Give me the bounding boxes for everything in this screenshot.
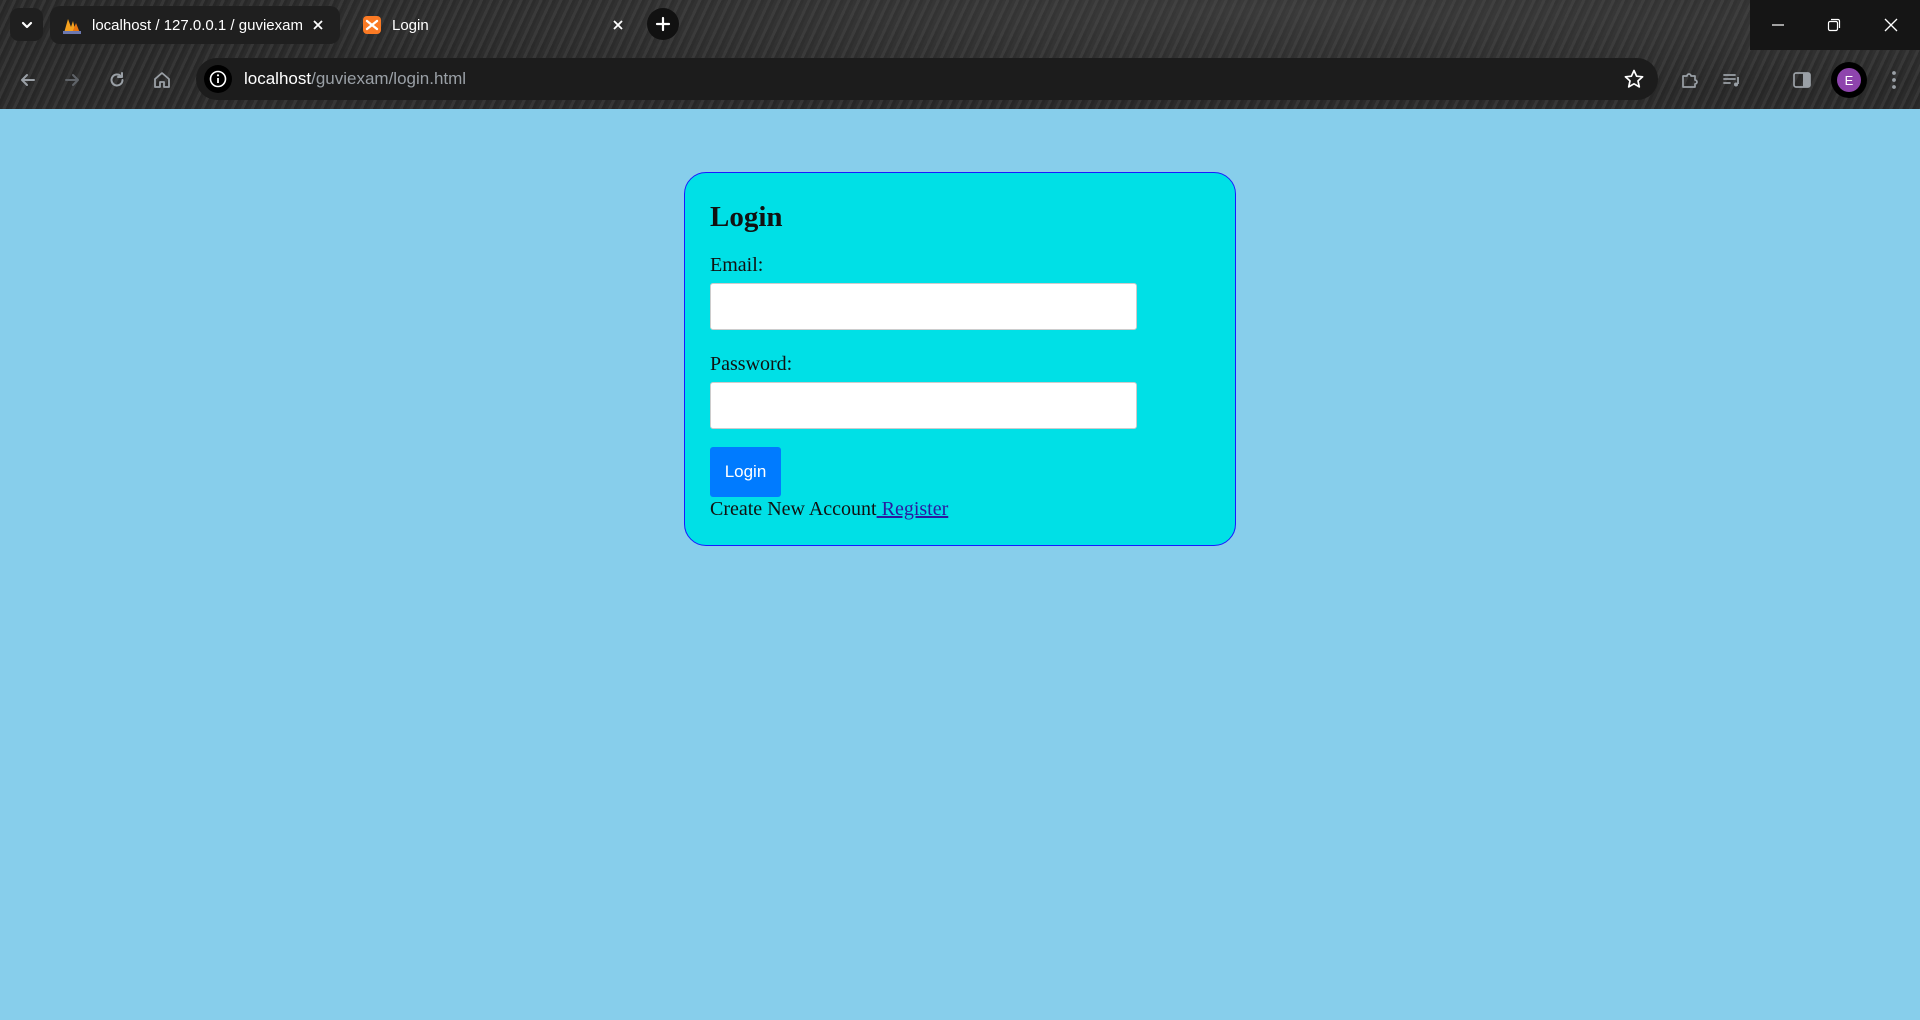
tab-search-button[interactable] <box>10 8 43 41</box>
password-label: Password: <box>710 353 793 375</box>
reload-button[interactable] <box>99 62 135 98</box>
home-button[interactable] <box>144 62 180 98</box>
minimize-icon <box>1772 24 1784 26</box>
phpmyadmin-icon <box>62 15 82 35</box>
create-account-text: Create New Account <box>710 498 877 520</box>
chevron-down-icon <box>21 21 32 28</box>
page-title: Login <box>710 201 783 233</box>
address-bar[interactable]: localhost/guviexam/login.html <box>196 58 1658 100</box>
playlist-icon <box>1723 74 1739 87</box>
media-control-button[interactable] <box>1714 62 1750 98</box>
url-text: localhost/guviexam/login.html <box>244 69 466 89</box>
tab-title: Login <box>392 16 429 34</box>
side-panel-button[interactable] <box>1784 62 1820 98</box>
page-viewport: Login Email: Password: Login Create New … <box>0 109 1920 1020</box>
more-vert-icon <box>1892 71 1896 89</box>
home-icon <box>154 72 170 88</box>
login-card: Login Email: Password: Login Create New … <box>684 172 1236 546</box>
register-link[interactable]: Register <box>877 498 949 520</box>
arrow-left-icon <box>21 74 35 86</box>
tab-strip: localhost / 127.0.0.1 / guviexam Login <box>0 0 1920 50</box>
close-icon <box>1884 18 1898 32</box>
close-window-button[interactable] <box>1862 0 1920 50</box>
reload-icon <box>110 72 124 87</box>
new-tab-button[interactable] <box>647 8 679 40</box>
back-button[interactable] <box>10 62 46 98</box>
tab-phpmyadmin[interactable]: localhost / 127.0.0.1 / guviexam <box>50 6 340 44</box>
register-prompt: Create New Account Register <box>710 497 1210 521</box>
restore-button[interactable] <box>1806 0 1862 50</box>
xampp-icon <box>362 15 382 35</box>
plus-icon <box>655 16 671 32</box>
forward-button[interactable] <box>54 62 90 98</box>
bookmark-star-icon[interactable] <box>1622 67 1646 91</box>
profile-initial: E <box>1837 68 1861 92</box>
profile-avatar[interactable]: E <box>1831 62 1867 98</box>
password-field[interactable] <box>710 382 1137 429</box>
email-label: Email: <box>710 254 764 276</box>
url-host: localhost <box>244 69 312 88</box>
minimize-button[interactable] <box>1750 0 1806 50</box>
puzzle-icon <box>1682 73 1698 88</box>
close-icon[interactable] <box>308 15 328 35</box>
browser-toolbar: localhost/guviexam/login.html E <box>0 54 1920 104</box>
tab-title: localhost / 127.0.0.1 / guviexam <box>92 16 303 34</box>
extensions-button[interactable] <box>1672 62 1708 98</box>
url-path: /guviexam/login.html <box>311 69 467 88</box>
browser-menu-button[interactable] <box>1876 62 1912 98</box>
side-panel-icon <box>1793 72 1811 88</box>
browser-chrome: localhost / 127.0.0.1 / guviexam Login l… <box>0 0 1920 109</box>
email-field[interactable] <box>710 283 1137 330</box>
close-icon[interactable] <box>608 15 628 35</box>
login-button[interactable]: Login <box>710 447 781 497</box>
restore-icon <box>1827 18 1841 32</box>
tab-login[interactable]: Login <box>350 6 640 44</box>
site-info-icon[interactable] <box>204 65 232 93</box>
arrow-right-icon <box>65 74 79 86</box>
